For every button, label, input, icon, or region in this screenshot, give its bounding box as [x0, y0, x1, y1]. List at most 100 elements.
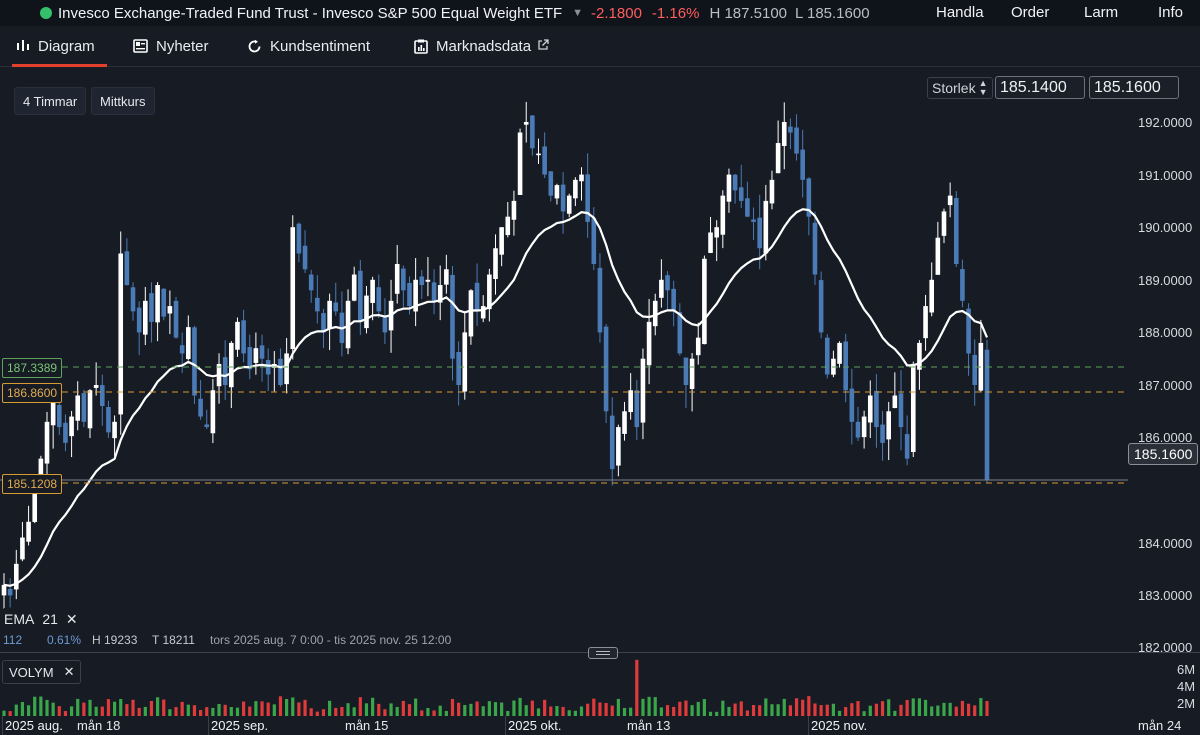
candle-body [388, 300, 394, 331]
candle-body [726, 174, 732, 202]
candle-body [179, 345, 185, 354]
candle-body [695, 337, 701, 356]
candle-body [542, 146, 547, 175]
nav-info[interactable]: Info [1158, 4, 1183, 21]
chevron-down-icon[interactable]: ▼ [572, 7, 583, 19]
candle-body [720, 195, 726, 235]
candle-body [573, 179, 578, 199]
candle-body [849, 388, 855, 422]
volume-bar [616, 698, 620, 716]
price-chart[interactable] [0, 0, 1200, 735]
candle-body [229, 342, 234, 388]
tab-diagram[interactable]: Diagram [12, 26, 107, 67]
tab-nyheter-label: Nyheter [156, 37, 209, 55]
volume-bar [364, 703, 369, 716]
tab-marknadsdata[interactable]: Marknadsdata [414, 26, 549, 66]
close-icon[interactable]: ✕ [66, 611, 78, 628]
tab-marknadsdata-label: Marknadsdata [436, 37, 532, 55]
candle-body [603, 326, 609, 412]
candle-body [87, 390, 93, 429]
candle-body [923, 306, 928, 339]
candle-body [609, 415, 615, 470]
volume-bar [727, 706, 731, 716]
volume-bar [487, 701, 491, 716]
candle-body [775, 143, 781, 174]
price-type-selector[interactable]: Mittkurs [91, 87, 155, 115]
volume-bar [917, 698, 922, 716]
volume-bar [690, 705, 694, 716]
candle-body [960, 269, 965, 301]
volume-bar [334, 707, 338, 716]
volume-bar [211, 707, 215, 716]
candle-body [351, 274, 357, 301]
candle-body [929, 279, 935, 313]
candle-body [941, 211, 947, 236]
volume-bar [678, 701, 682, 716]
candle-body [456, 352, 461, 385]
volume-bar [450, 698, 455, 716]
volume-bar [543, 699, 547, 716]
ema-period: 21 [42, 611, 58, 627]
size-stepper[interactable]: Storlek ▲ ▼ [927, 77, 993, 99]
volume-bar [229, 707, 233, 716]
nav-order[interactable]: Order [1011, 4, 1049, 21]
candle-body [499, 227, 504, 255]
y-tick-label: 187.0000 [1138, 378, 1193, 393]
x-tick-label: mån 13 [627, 718, 671, 733]
candle-body [100, 385, 105, 407]
volume-bar [143, 706, 147, 716]
candle-body [505, 216, 511, 236]
candle-body [394, 264, 400, 294]
price-line-label-orange: 186.8600 [2, 383, 63, 403]
volume-bars [2, 659, 989, 716]
pane-resize-handle[interactable] [588, 647, 618, 659]
x-tick-label: 2025 sep. [211, 718, 269, 733]
volume-bar [592, 698, 596, 716]
volume-bar [260, 701, 264, 716]
candle-body [468, 290, 474, 337]
candle-body [671, 288, 676, 312]
candle-body [204, 424, 210, 428]
bid-price-field[interactable]: 185.1400 [995, 76, 1085, 99]
candle-body [659, 279, 664, 298]
volume-indicator-tag[interactable]: VOLYM ✕ [2, 660, 82, 684]
candle-body [781, 122, 787, 146]
candle-body [124, 251, 130, 286]
candle-body [800, 149, 805, 180]
tab-nyheter[interactable]: Nyheter [133, 26, 209, 66]
candle-body [560, 184, 566, 212]
volume-bar [911, 698, 915, 716]
volume-bar [622, 707, 627, 716]
candle-body [63, 422, 68, 443]
volume-bar [180, 701, 184, 716]
volume-bar [266, 702, 270, 716]
volume-bar [278, 696, 283, 716]
stepper-arrows-icon[interactable]: ▲ ▼ [979, 79, 988, 97]
volume-bar [960, 700, 965, 716]
candle-body [818, 280, 824, 333]
nav-handla[interactable]: Handla [936, 4, 984, 21]
ask-price-field[interactable]: 185.1600 [1089, 76, 1179, 99]
close-icon[interactable]: ✕ [64, 664, 75, 680]
volume-bar [880, 701, 885, 716]
candle-body [44, 421, 50, 464]
candle-body [622, 411, 627, 434]
candle-body [861, 416, 867, 438]
interval-selector[interactable]: 4 Timmar [14, 87, 87, 115]
candle-body [7, 588, 13, 596]
volume-bar [801, 699, 805, 716]
volume-bar [862, 711, 866, 716]
candle-body [665, 275, 670, 291]
volume-bar [659, 707, 663, 716]
volume-bar [708, 711, 713, 716]
volume-bar [45, 699, 49, 716]
candle-body [646, 321, 652, 366]
candle-body [118, 253, 124, 415]
candle-body [382, 315, 388, 333]
candle-body [241, 320, 246, 354]
tab-kundsentiment[interactable]: Kundsentiment [247, 26, 370, 66]
nav-larm[interactable]: Larm [1084, 4, 1118, 21]
volume-bar [629, 707, 633, 716]
x-tick-label: 2025 nov. [811, 718, 868, 733]
ema-indicator-tag[interactable]: EMA 21 ✕ [4, 608, 78, 630]
